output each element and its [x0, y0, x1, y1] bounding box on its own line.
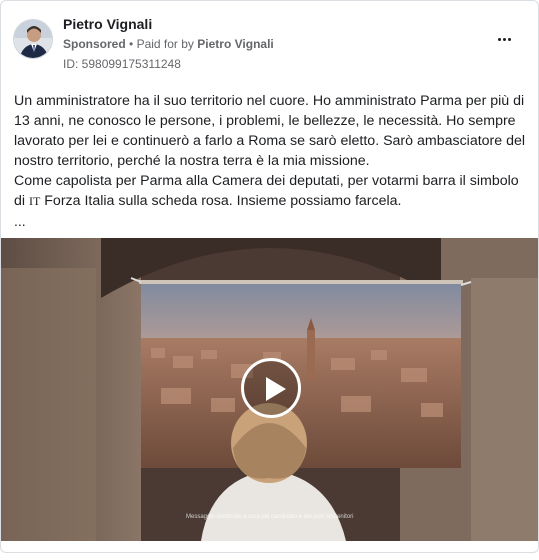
see-more-link[interactable]: ...	[14, 213, 26, 229]
post-header: Pietro Vignali Sponsored • Paid for by P…	[13, 15, 526, 71]
paid-for-by-label: Paid for by	[136, 37, 194, 51]
forza-italia-symbol: ΙΤ	[28, 194, 41, 208]
post-paragraph-2-end: Forza Italia sulla scheda rosa. Insieme …	[44, 193, 402, 209]
more-options-icon[interactable]	[492, 29, 516, 49]
author-name[interactable]: Pietro Vignali	[63, 15, 274, 33]
sponsored-line: Sponsored • Paid for by Pietro Vignali	[63, 35, 274, 53]
post-paragraph-2: Come capolista per Parma alla Camera dei…	[14, 171, 529, 211]
author-avatar[interactable]	[13, 19, 53, 59]
play-icon[interactable]	[241, 358, 301, 418]
sponsored-label: Sponsored	[63, 37, 126, 51]
paid-for-by-name: Pietro Vignali	[197, 37, 274, 51]
video-caption: Messaggio elettorale a cura del candidat…	[186, 514, 354, 520]
video-player[interactable]: Messaggio elettorale a cura del candidat…	[1, 238, 538, 541]
post-meta: Pietro Vignali Sponsored • Paid for by P…	[63, 15, 274, 73]
avatar-image	[14, 20, 52, 58]
separator-dot: •	[129, 37, 134, 51]
ad-card: Pietro Vignali Sponsored • Paid for by P…	[0, 0, 539, 553]
post-paragraph-1: Un amministratore ha il suo territorio n…	[14, 93, 526, 169]
post-body: Un amministratore ha il suo territorio n…	[14, 91, 529, 211]
ad-id: ID: 598099175311248	[63, 57, 181, 71]
